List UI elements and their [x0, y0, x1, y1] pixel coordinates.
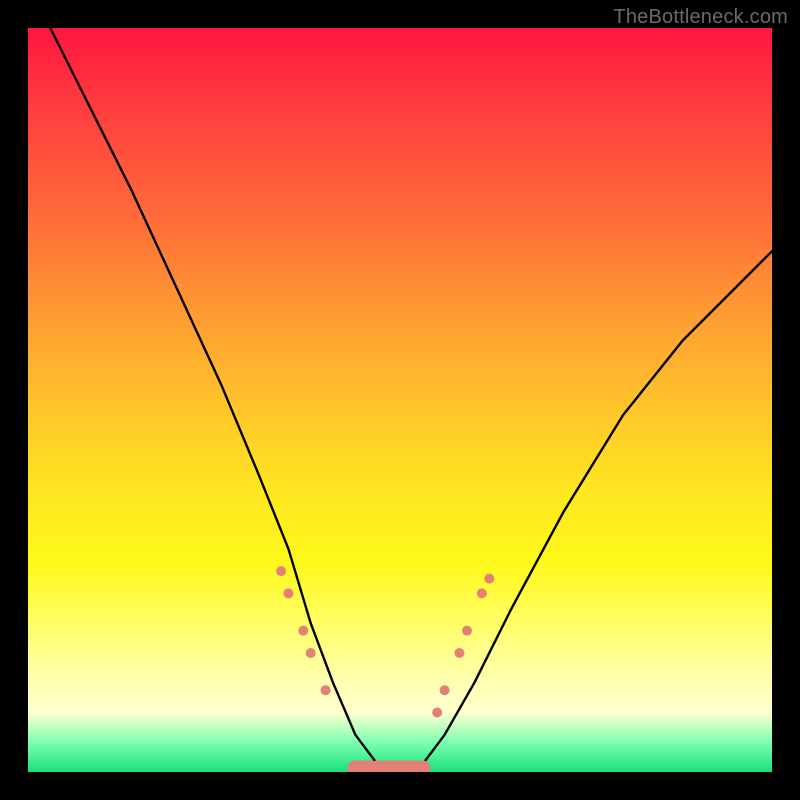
- chart-plot-area: [28, 28, 772, 772]
- curve-marker: [283, 588, 293, 598]
- watermark-text: TheBottleneck.com: [613, 6, 788, 29]
- curve-marker: [306, 648, 316, 658]
- curve-marker: [455, 648, 465, 658]
- curve-marker: [440, 685, 450, 695]
- curve-marker: [321, 685, 331, 695]
- curve-marker: [484, 574, 494, 584]
- curve-marker: [276, 566, 286, 576]
- curve-marker: [432, 708, 442, 718]
- curve-marker: [462, 626, 472, 636]
- curve-marker: [477, 588, 487, 598]
- chart-frame: TheBottleneck.com: [0, 0, 800, 800]
- bottleneck-curve: [28, 28, 772, 772]
- curve-marker: [298, 626, 308, 636]
